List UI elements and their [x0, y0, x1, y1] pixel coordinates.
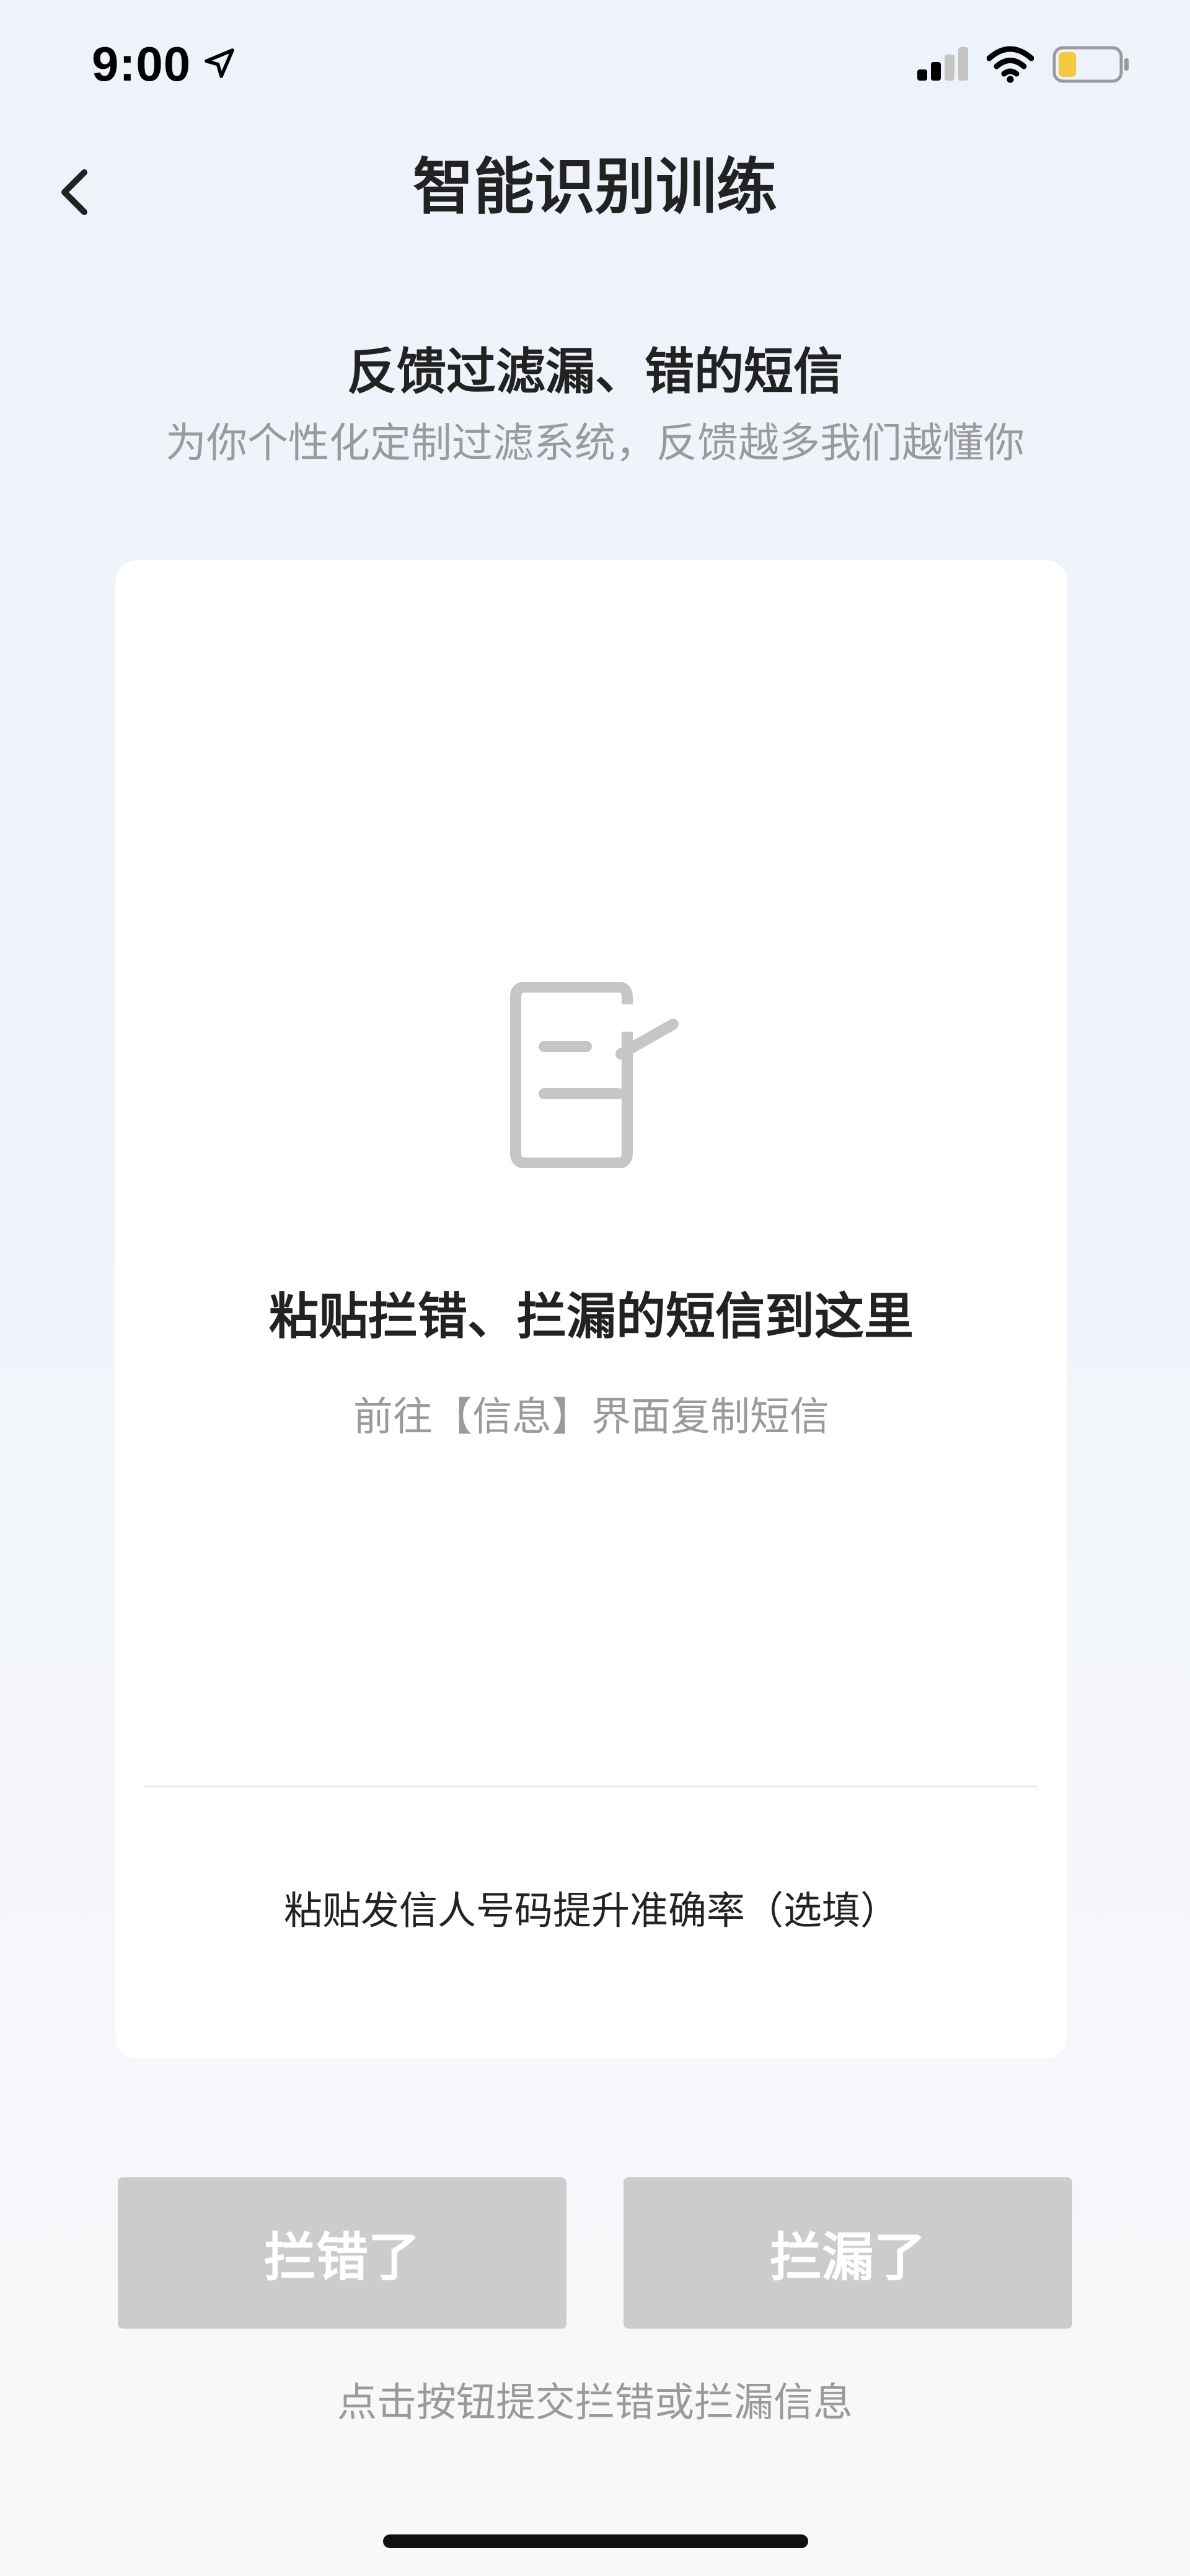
feedback-card: 粘贴拦错、拦漏的短信到这里 前往【信息】界面复制短信 — [115, 560, 1067, 2058]
location-arrow-icon — [205, 48, 234, 78]
sender-number-input[interactable] — [115, 1787, 1067, 2058]
report-wrongly-blocked-button[interactable]: 拦错了 — [118, 2177, 566, 2329]
battery-icon — [1052, 46, 1129, 83]
page-title: 智能识别训练 — [412, 152, 777, 223]
status-time: 9:00 — [92, 37, 192, 91]
sms-paste-area[interactable]: 粘贴拦错、拦漏的短信到这里 前往【信息】界面复制短信 — [115, 560, 1067, 1786]
home-indicator — [383, 2534, 808, 2548]
wifi-icon — [987, 46, 1034, 83]
status-bar: 9:00 — [0, 0, 1190, 130]
paste-hint: 前往【信息】界面复制短信 — [353, 1394, 829, 1440]
section-title: 反馈过滤漏、错的短信 — [347, 343, 843, 401]
report-missed-block-button[interactable]: 拦漏了 — [624, 2177, 1072, 2329]
paste-title: 粘贴拦错、拦漏的短信到这里 — [269, 1288, 914, 1345]
cellular-signal-icon — [917, 47, 968, 81]
section-subtitle: 为你个性化定制过滤系统，反馈越多我们越懂你 — [165, 419, 1025, 467]
footer-hint: 点击按钮提交拦错或拦漏信息 — [337, 2380, 853, 2426]
note-edit-icon — [510, 982, 679, 1168]
